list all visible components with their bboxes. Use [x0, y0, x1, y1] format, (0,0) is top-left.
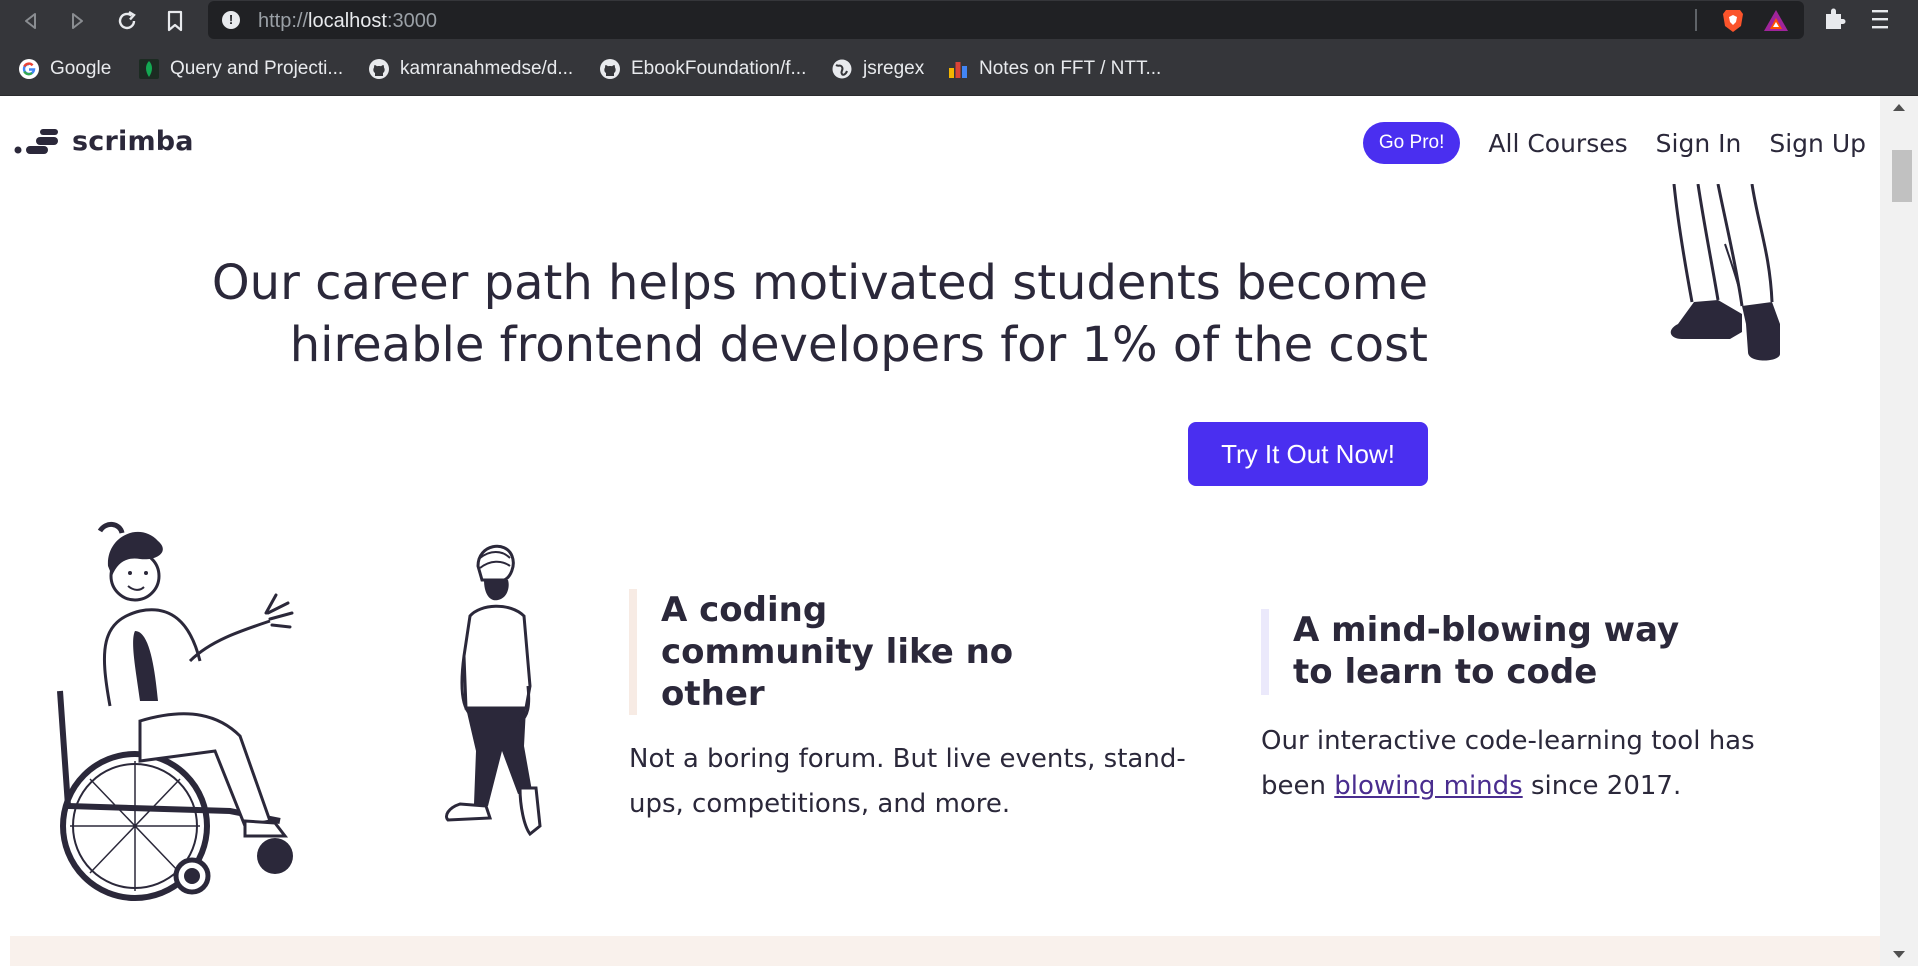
scroll-down-icon[interactable] [1893, 951, 1905, 958]
site-nav: Go Pro! All Courses Sign In Sign Up [1362, 122, 1866, 164]
nav-sign-in[interactable]: Sign In [1656, 129, 1742, 158]
feature-text-line: Not a boring forum. But live events, sta… [629, 744, 1186, 774]
feature-title-line: A coding [661, 590, 828, 630]
feature-title-line: A mind-blowing way [1293, 610, 1680, 650]
feature-text-line: ups, competitions, and more. [629, 789, 1011, 819]
back-icon[interactable] [16, 6, 46, 36]
go-pro-button[interactable]: Go Pro! [1362, 122, 1461, 164]
feature-title-line: other [661, 674, 765, 714]
feature-title-line: to learn to code [1293, 652, 1598, 692]
omnibox-divider [1695, 9, 1697, 31]
scroll-up-icon[interactable] [1893, 104, 1905, 111]
nav-sign-up[interactable]: Sign Up [1769, 129, 1866, 158]
feature-description: Our interactive code-learning tool has b… [1261, 719, 1755, 809]
feature-accent-bar [629, 589, 637, 715]
url-text[interactable]: http://localhost:3000 [258, 10, 437, 33]
feature-mind-blowing: A mind-blowing way to learn to code Our … [1261, 609, 1821, 849]
bookmark-kamranahmedse[interactable]: kamranahmedse/d... [368, 56, 573, 82]
bookmark-fft-notes[interactable]: Notes on FFT / NTT... [947, 56, 1161, 82]
forward-icon[interactable] [62, 6, 92, 36]
scroll-thumb[interactable] [1892, 150, 1912, 202]
bar-chart-icon [947, 58, 969, 80]
bookmark-label: jsregex [863, 58, 925, 79]
globe-icon [831, 58, 853, 80]
bookmark-label: Notes on FFT / NTT... [979, 58, 1162, 79]
walking-legs-illustration [1670, 184, 1780, 361]
site-info-icon[interactable]: ! [222, 11, 240, 29]
scrimba-logo[interactable]: scrimba [14, 126, 194, 157]
feature-accent-bar [1261, 609, 1269, 695]
feature-title: A coding community like no other [661, 589, 1013, 715]
bookmark-label: kamranahmedse/d... [400, 58, 574, 79]
feature-title: A mind-blowing way to learn to code [1293, 609, 1679, 693]
nav-all-courses[interactable]: All Courses [1488, 129, 1627, 158]
bookmark-label: Google [50, 58, 112, 79]
bookmark-icon[interactable] [160, 6, 190, 36]
feature-community: A coding community like no other Not a b… [629, 589, 1189, 849]
page-scrollbar[interactable] [1880, 96, 1918, 966]
google-icon [18, 58, 40, 80]
extensions-icon[interactable] [1822, 6, 1846, 36]
github-icon [368, 58, 390, 80]
mongodb-leaf-icon [138, 58, 160, 80]
browser-toolbar: ! http://localhost:3000 [0, 0, 1918, 42]
feature-text-line: Our interactive code-learning tool has [1261, 726, 1755, 756]
feature-text-line: been blowing minds since 2017. [1261, 771, 1682, 801]
bookmark-google[interactable]: Google [18, 56, 111, 82]
next-section-band [10, 936, 1880, 966]
github-icon [599, 58, 621, 80]
bookmark-jsregex[interactable]: jsregex [831, 56, 924, 82]
blowing-minds-link[interactable]: blowing minds [1334, 771, 1522, 801]
bookmark-ebookfoundation[interactable]: EbookFoundation/f... [599, 56, 806, 82]
logo-text: scrimba [72, 126, 194, 157]
hero-title-line: Our career path helps motivated students… [211, 255, 1428, 311]
page-viewport: scrimba Go Pro! All Courses Sign In Sign… [0, 96, 1880, 966]
bookmarks-bar: Google Query and Projecti... kamranahmed… [0, 42, 1918, 96]
walking-person-illustration [445, 544, 542, 837]
wheelchair-user-illustration [57, 522, 294, 901]
bookmark-query-projection[interactable]: Query and Projecti... [138, 56, 343, 82]
address-bar[interactable]: ! http://localhost:3000 [208, 1, 1804, 39]
hero-title: Our career path helps motivated students… [100, 252, 1428, 376]
scrimba-logo-icon [14, 128, 58, 154]
bookmark-label: Query and Projecti... [170, 58, 344, 79]
hero-title-line: hireable frontend developers for 1% of t… [289, 317, 1428, 373]
brave-rewards-icon[interactable] [1763, 9, 1789, 37]
bookmark-label: EbookFoundation/f... [631, 58, 807, 79]
feature-title-line: community like no [661, 632, 1014, 672]
browser-menu-icon[interactable] [1870, 6, 1890, 36]
reload-icon[interactable] [112, 6, 142, 36]
feature-description: Not a boring forum. But live events, sta… [629, 737, 1186, 827]
try-it-out-button[interactable]: Try It Out Now! [1188, 422, 1428, 486]
brave-shields-icon[interactable] [1721, 8, 1745, 38]
